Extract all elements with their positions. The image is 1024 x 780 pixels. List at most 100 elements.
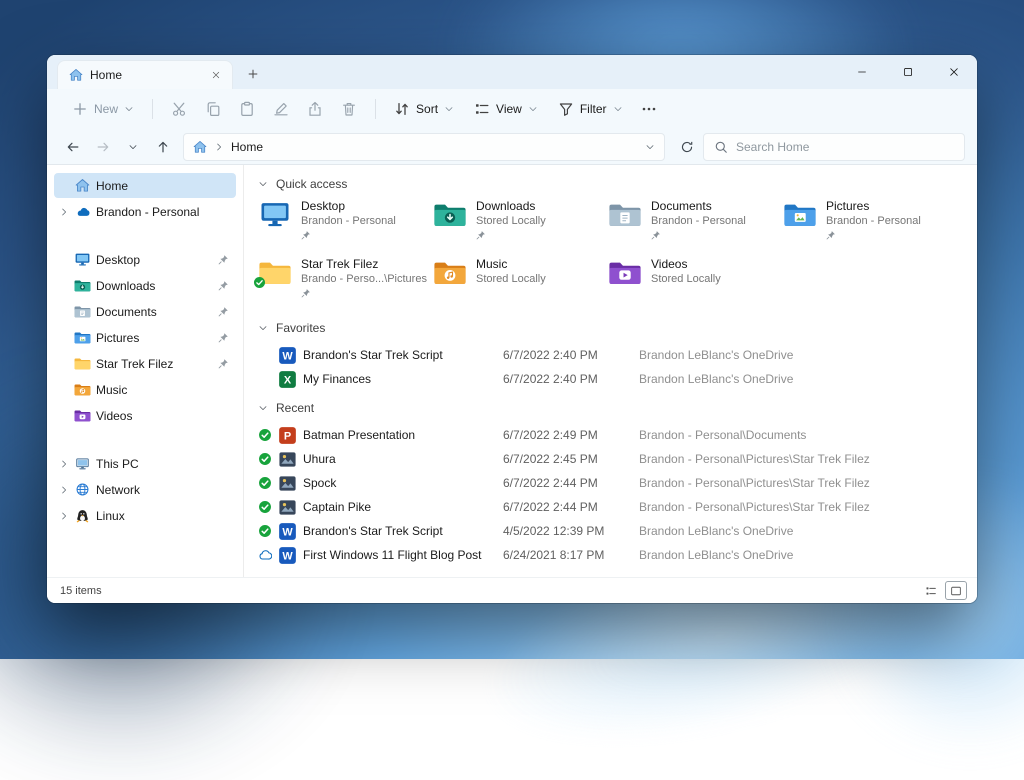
sidebar-item-linux[interactable]: Linux [54, 503, 236, 528]
sidebar-item-desktop[interactable]: Desktop [54, 247, 236, 272]
file-row-uhura[interactable]: Uhura 6/7/2022 2:45 PM Brandon - Persona… [258, 447, 959, 471]
filter-button[interactable]: Filter [549, 94, 632, 124]
refresh-button[interactable] [673, 133, 701, 161]
tab-close-button[interactable] [206, 65, 226, 85]
sort-icon [394, 101, 410, 117]
file-row-brandon-s-star-trek-script[interactable]: Brandon's Star Trek Script 4/5/2022 12:3… [258, 519, 959, 543]
toolbar-button-delete[interactable] [332, 94, 366, 124]
f-music-icon [74, 382, 91, 397]
toolbar-button-share[interactable] [298, 94, 332, 124]
section-header-favorites[interactable]: Favorites [258, 317, 959, 339]
f-videos-icon [74, 408, 91, 423]
tile-videos[interactable]: Videos Stored Locally [608, 257, 783, 309]
sidebar-item-this-pc[interactable]: This PC [54, 451, 236, 476]
tile-name: Star Trek Filez [301, 257, 427, 272]
tile-documents[interactable]: Documents Brandon - Personal [608, 199, 783, 251]
sidebar-item-videos[interactable]: Videos [54, 403, 236, 428]
chevron-right-icon[interactable] [59, 511, 69, 521]
breadcrumb[interactable]: Home [231, 140, 263, 154]
sidebar-item-label: Network [96, 483, 140, 497]
cut-icon [171, 101, 187, 117]
folder-icon-wrap [608, 201, 642, 228]
new-tab-button[interactable] [239, 60, 267, 88]
filter-button-label: Filter [580, 102, 607, 116]
check-icon [258, 452, 272, 466]
file-row-batman-presentation[interactable]: Batman Presentation 6/7/2022 2:49 PM Bra… [258, 423, 959, 447]
chevron-down-icon [528, 104, 538, 114]
up-button[interactable] [149, 133, 177, 161]
file-location: Brandon LeBlanc's OneDrive [639, 372, 959, 386]
f-downloads-icon [433, 201, 467, 228]
address-bar[interactable]: Home [183, 133, 665, 161]
titlebar[interactable]: Home [47, 55, 977, 89]
chevron-right-icon[interactable] [59, 485, 69, 495]
pin-icon [218, 254, 229, 265]
chevron-right-icon[interactable] [59, 207, 69, 217]
sidebar-item-music[interactable]: Music [54, 377, 236, 402]
sidebar-item-home[interactable]: Home [54, 173, 236, 198]
file-row-my-finances[interactable]: My Finances 6/7/2022 2:40 PM Brandon LeB… [258, 367, 959, 391]
photo-icon [278, 450, 297, 469]
toolbar-button-rename[interactable] [264, 94, 298, 124]
tile-text: Pictures Brandon - Personal [826, 199, 921, 251]
file-row-brandon-s-star-trek-script[interactable]: Brandon's Star Trek Script 6/7/2022 2:40… [258, 343, 959, 367]
sort-button[interactable]: Sort [385, 94, 463, 124]
file-date: 6/24/2021 8:17 PM [503, 548, 639, 562]
sidebar-item-label: This PC [96, 457, 139, 471]
item-count: 15 items [60, 585, 102, 597]
sidebar-item-network[interactable]: Network [54, 477, 236, 502]
sidebar-item-star-trek-filez[interactable]: Star Trek Filez [54, 351, 236, 376]
minimize-icon [856, 66, 868, 78]
section-header-recent[interactable]: Recent [258, 397, 959, 419]
search-input[interactable] [736, 140, 954, 154]
address-toolbar: Home [47, 129, 977, 165]
delete-icon [341, 101, 357, 117]
tile-text: Documents Brandon - Personal [651, 199, 746, 251]
tile-star-trek-filez[interactable]: Star Trek Filez Brando - Perso...\Pictur… [258, 257, 433, 309]
file-name: First Windows 11 Flight Blog Post [302, 548, 503, 562]
maximize-button[interactable] [885, 55, 931, 89]
check-icon [258, 476, 272, 490]
large-thumbnails-view-button[interactable] [945, 581, 967, 600]
chevron-right-icon [214, 142, 224, 152]
recent-list: Batman Presentation 6/7/2022 2:49 PM Bra… [258, 423, 959, 567]
tile-music[interactable]: Music Stored Locally [433, 257, 608, 309]
chevron-right-icon[interactable] [59, 459, 69, 469]
sidebar-item-documents[interactable]: Documents [54, 299, 236, 324]
toolbar-button-copy[interactable] [196, 94, 230, 124]
section-header-quick-access[interactable]: Quick access [258, 173, 959, 195]
minimize-button[interactable] [839, 55, 885, 89]
recent-locations-button[interactable] [119, 133, 147, 161]
pin-icon [301, 288, 311, 298]
tile-downloads[interactable]: Downloads Stored Locally [433, 199, 608, 251]
toolbar-button-paste[interactable] [230, 94, 264, 124]
see-more-button[interactable] [634, 94, 664, 124]
tile-pictures[interactable]: Pictures Brandon - Personal [783, 199, 958, 251]
tile-name: Pictures [826, 199, 921, 214]
forward-button[interactable] [89, 133, 117, 161]
new-button[interactable]: New [63, 94, 143, 124]
sidebar-item-label: Brandon - Personal [96, 205, 199, 219]
back-button[interactable] [59, 133, 87, 161]
tab-home[interactable]: Home [57, 60, 233, 89]
sidebar-item-label: Videos [96, 409, 132, 423]
check-icon [258, 428, 272, 442]
file-row-captain-pike[interactable]: Captain Pike 6/7/2022 2:44 PM Brandon - … [258, 495, 959, 519]
search-box[interactable] [703, 133, 965, 161]
chevron-down-icon[interactable] [645, 142, 655, 152]
sidebar-item-label: Desktop [96, 253, 140, 267]
sidebar-item-downloads[interactable]: Downloads [54, 273, 236, 298]
details-view-button[interactable] [920, 581, 942, 600]
file-name: Batman Presentation [302, 428, 503, 442]
sidebar-item-label: Pictures [96, 331, 139, 345]
tile-desktop[interactable]: Desktop Brandon - Personal [258, 199, 433, 251]
sidebar-item-brandon-personal[interactable]: Brandon - Personal [54, 199, 236, 224]
file-row-spock[interactable]: Spock 6/7/2022 2:44 PM Brandon - Persona… [258, 471, 959, 495]
file-date: 6/7/2022 2:45 PM [503, 452, 639, 466]
view-button[interactable]: View [465, 94, 547, 124]
favorites-list: Brandon's Star Trek Script 6/7/2022 2:40… [258, 343, 959, 391]
close-button[interactable] [931, 55, 977, 89]
file-row-first-windows-11-flight-blog-post[interactable]: First Windows 11 Flight Blog Post 6/24/2… [258, 543, 959, 567]
toolbar-button-cut[interactable] [162, 94, 196, 124]
sidebar-item-pictures[interactable]: Pictures [54, 325, 236, 350]
